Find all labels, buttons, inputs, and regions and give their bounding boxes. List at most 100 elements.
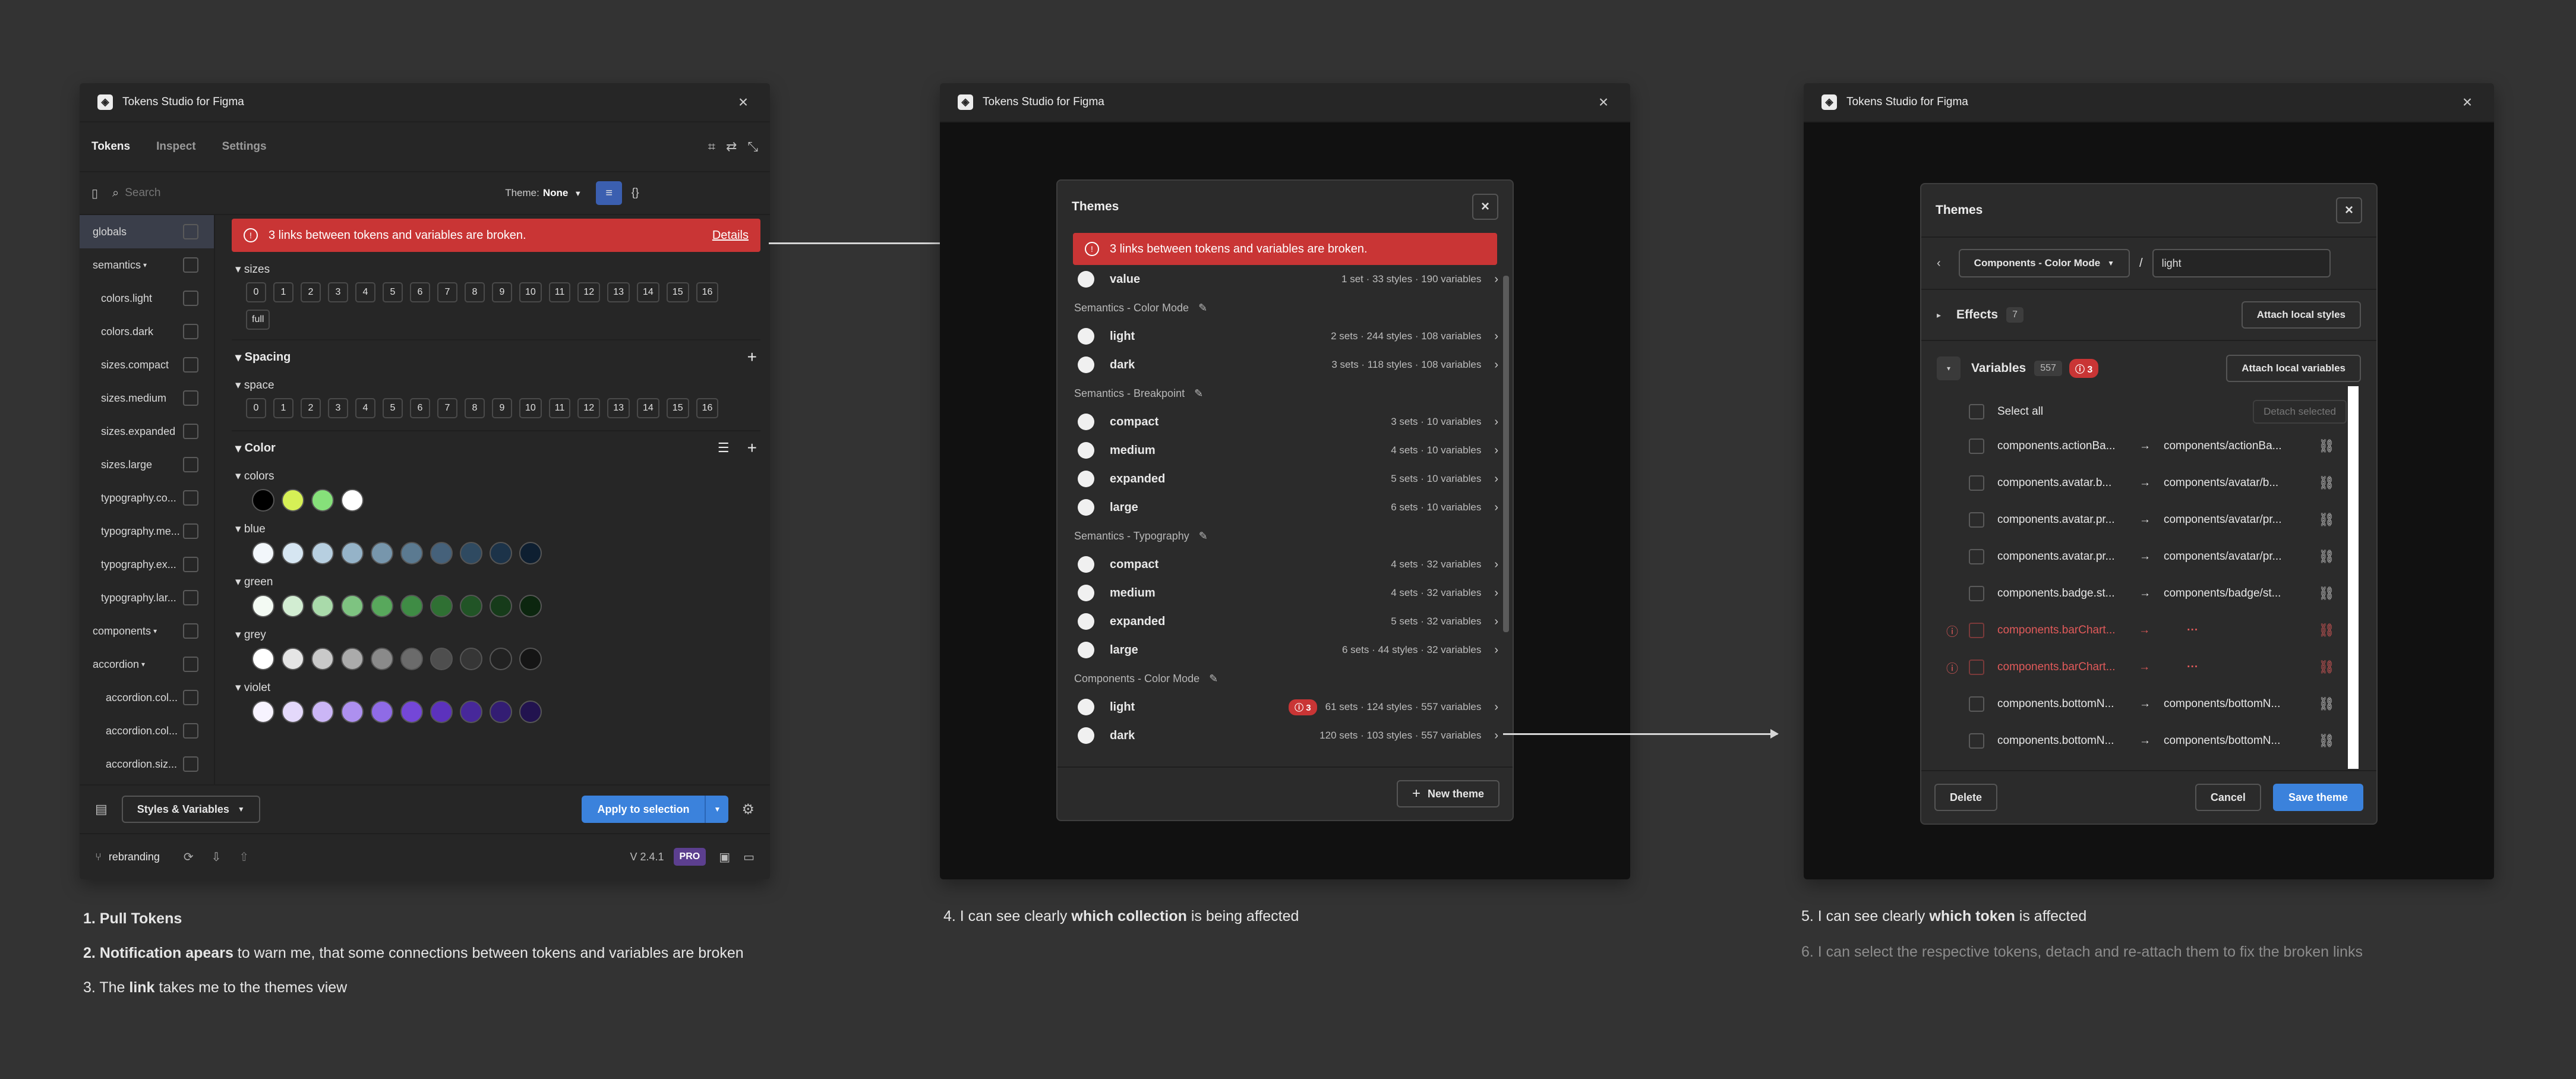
color-swatch[interactable] xyxy=(282,701,304,723)
theme-toggle[interactable] xyxy=(1078,499,1094,516)
variable-checkbox[interactable] xyxy=(1969,549,1984,564)
close-icon[interactable]: × xyxy=(1472,194,1498,220)
theme-row[interactable]: large 6 sets · 10 variables › xyxy=(1057,493,1513,522)
token-chip[interactable]: 3 xyxy=(328,282,348,302)
apply-options-chevron-icon[interactable]: ▼ xyxy=(705,796,729,823)
token-chip[interactable]: 5 xyxy=(383,398,403,418)
collapse-icon[interactable]: ⤡ xyxy=(747,139,758,154)
sync-icon[interactable]: ⟳ xyxy=(184,850,194,865)
detach-link-icon[interactable]: ⛓ xyxy=(2318,512,2335,528)
variable-row[interactable]: components.bottomN... → components/bottomN… xyxy=(1921,686,2376,723)
color-swatch[interactable] xyxy=(460,542,482,564)
variable-checkbox[interactable] xyxy=(1969,512,1984,528)
variable-checkbox[interactable] xyxy=(1969,438,1984,454)
theme-toggle[interactable] xyxy=(1078,414,1094,430)
token-set-item[interactable]: sizes.medium xyxy=(80,381,214,415)
chevron-right-icon[interactable]: › xyxy=(1494,330,1498,343)
document-icon[interactable]: ▤ xyxy=(95,802,108,817)
detach-link-icon[interactable]: ⛓ xyxy=(2318,733,2335,749)
color-swatch[interactable] xyxy=(282,542,304,564)
color-swatch[interactable] xyxy=(519,701,542,723)
theme-row[interactable]: large 6 sets · 44 styles · 32 variables › xyxy=(1057,636,1513,664)
token-set-checkbox[interactable] xyxy=(183,723,198,739)
token-chip[interactable]: 9 xyxy=(492,282,512,302)
group-colors[interactable]: ▾ colors xyxy=(235,469,757,483)
token-set-checkbox[interactable] xyxy=(183,357,198,373)
token-set-item[interactable]: accordion.siz... xyxy=(80,747,214,781)
color-swatch[interactable] xyxy=(341,595,364,617)
details-link[interactable]: Details xyxy=(712,229,749,242)
list-view-icon[interactable]: ≡ xyxy=(596,181,623,205)
color-swatch[interactable] xyxy=(460,648,482,670)
token-chip[interactable]: 1 xyxy=(273,398,293,418)
token-set-item[interactable]: typography.ex... xyxy=(80,548,214,581)
color-swatch[interactable] xyxy=(252,648,274,670)
chevron-right-icon[interactable]: › xyxy=(1494,415,1498,429)
token-chip[interactable]: 9 xyxy=(492,398,512,418)
token-set-item[interactable]: colors.light xyxy=(80,282,214,315)
variable-row[interactable]: ⓘ components.barChart... → ··· ⛓ xyxy=(1921,612,2376,649)
theme-row[interactable]: compact 3 sets · 10 variables › xyxy=(1057,408,1513,436)
theme-row[interactable]: medium 4 sets · 32 variables › xyxy=(1057,579,1513,607)
group-color[interactable]: ▾ Color ☰ + xyxy=(235,431,757,465)
token-set-item[interactable]: typography.me... xyxy=(80,515,214,548)
color-swatch[interactable] xyxy=(430,595,453,617)
token-chip[interactable]: 3 xyxy=(328,398,348,418)
token-set-item[interactable]: accordion.col... xyxy=(80,681,214,714)
token-chip[interactable]: 14 xyxy=(637,398,659,418)
new-theme-button[interactable]: + New theme xyxy=(1396,780,1499,807)
theme-row[interactable]: value 1 set · 33 styles · 190 variables › xyxy=(1057,265,1513,294)
token-chip[interactable]: 7 xyxy=(437,282,457,302)
close-icon[interactable]: × xyxy=(2336,197,2362,223)
color-swatch[interactable] xyxy=(400,542,423,564)
variable-checkbox[interactable] xyxy=(1969,623,1984,638)
color-swatch[interactable] xyxy=(341,701,364,723)
select-all-label[interactable]: Select all xyxy=(1997,405,2043,418)
chevron-down-icon[interactable]: ▾ xyxy=(143,261,147,269)
chevron-right-icon[interactable]: › xyxy=(1494,558,1498,572)
edit-pencil-icon[interactable]: ✎ xyxy=(1209,673,1218,685)
theme-name-input[interactable] xyxy=(2152,249,2331,277)
token-set-checkbox[interactable] xyxy=(183,324,198,339)
token-chip[interactable]: 12 xyxy=(577,398,601,418)
color-swatch[interactable] xyxy=(519,542,542,564)
color-swatch[interactable] xyxy=(282,489,304,512)
variable-row[interactable]: components.badge.st... → components/badge/… xyxy=(1921,575,2376,612)
token-chip[interactable]: 8 xyxy=(465,398,485,418)
color-swatch[interactable] xyxy=(460,701,482,723)
theme-row[interactable]: dark 3 sets · 118 styles · 108 variables › xyxy=(1057,351,1513,379)
group-grey[interactable]: ▾ grey xyxy=(235,628,757,642)
token-set-item[interactable]: globals xyxy=(80,215,214,248)
chevron-right-icon[interactable]: › xyxy=(1494,273,1498,286)
color-swatch[interactable] xyxy=(430,542,453,564)
color-swatch[interactable] xyxy=(252,701,274,723)
theme-toggle[interactable] xyxy=(1078,442,1094,459)
token-chip[interactable]: 16 xyxy=(696,398,719,418)
color-swatch[interactable] xyxy=(341,489,364,512)
color-swatch[interactable] xyxy=(311,542,334,564)
scrollbar[interactable] xyxy=(2348,386,2359,769)
group-blue[interactable]: ▾ blue xyxy=(235,522,757,536)
edit-pencil-icon[interactable]: ✎ xyxy=(1198,302,1207,314)
chevron-right-icon[interactable]: › xyxy=(1494,472,1498,486)
variable-checkbox[interactable] xyxy=(1969,696,1984,712)
attach-local-variables-button[interactable]: Attach local variables xyxy=(2226,355,2361,382)
token-chip[interactable]: 16 xyxy=(696,282,719,302)
detach-link-icon[interactable]: ⛓ xyxy=(2318,586,2335,601)
color-swatch[interactable] xyxy=(430,648,453,670)
token-set-checkbox[interactable] xyxy=(183,657,198,672)
variable-row[interactable]: components.avatar.pr... → components/avata… xyxy=(1921,501,2376,538)
token-set-item[interactable]: typography.lar... xyxy=(80,581,214,614)
color-swatch[interactable] xyxy=(341,542,364,564)
token-chip[interactable]: 15 xyxy=(666,398,689,418)
color-swatch[interactable] xyxy=(252,542,274,564)
chevron-down-icon[interactable]: ▾ xyxy=(153,627,157,635)
token-set-checkbox[interactable] xyxy=(183,756,198,772)
scrollbar[interactable] xyxy=(1503,276,1509,632)
theme-select[interactable]: None xyxy=(543,187,569,199)
color-swatch[interactable] xyxy=(490,648,512,670)
tab-inspect[interactable]: Inspect xyxy=(156,140,196,153)
color-swatch[interactable] xyxy=(341,648,364,670)
push-icon[interactable]: ⇧ xyxy=(239,850,249,865)
group-sizes[interactable]: ▾ sizes xyxy=(235,263,757,276)
